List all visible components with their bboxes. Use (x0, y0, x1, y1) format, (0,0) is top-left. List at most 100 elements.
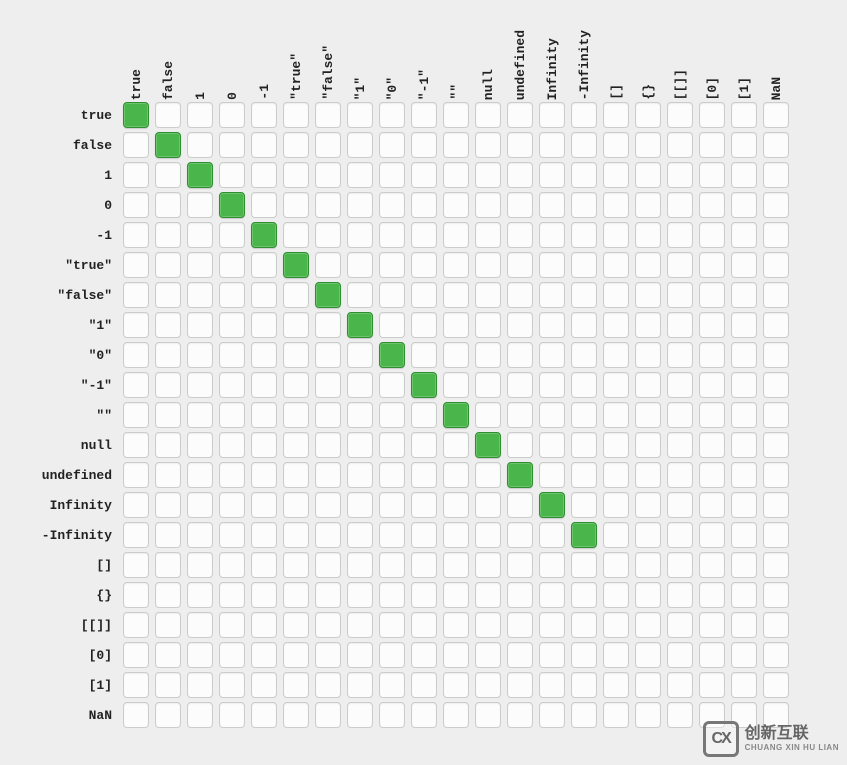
cell-false (603, 222, 629, 248)
cell-false (251, 582, 277, 608)
cell-false (123, 492, 149, 518)
cell-false (475, 492, 501, 518)
cell-false (475, 462, 501, 488)
cell-false (123, 672, 149, 698)
cell-false (187, 402, 213, 428)
cell-false (443, 552, 469, 578)
cell-false (155, 612, 181, 638)
matrix-row: "" (20, 400, 792, 430)
cell-false (475, 342, 501, 368)
cell-false (219, 102, 245, 128)
column-header: "true" (280, 49, 312, 100)
column-header: "-1" (408, 65, 440, 100)
cell-false (379, 672, 405, 698)
cell-false (123, 702, 149, 728)
row-header: "" (20, 408, 120, 423)
cell-false (699, 462, 725, 488)
column-header-label: Infinity (545, 34, 560, 100)
matrix-row: 1 (20, 160, 792, 190)
cell-false (571, 612, 597, 638)
row-header: "false" (20, 288, 120, 303)
matrix-row: [] (20, 550, 792, 580)
cell-false (731, 192, 757, 218)
cell-false (347, 522, 373, 548)
cell-false (411, 132, 437, 158)
cell-false (763, 402, 789, 428)
row-header: "-1" (20, 378, 120, 393)
cell-false (443, 222, 469, 248)
cell-false (699, 672, 725, 698)
cell-false (635, 192, 661, 218)
cell-true (251, 222, 277, 248)
cell-false (283, 402, 309, 428)
cell-false (379, 372, 405, 398)
cell-false (443, 522, 469, 548)
cell-false (635, 312, 661, 338)
cell-false (155, 582, 181, 608)
cell-false (315, 162, 341, 188)
cell-false (699, 522, 725, 548)
cell-false (155, 222, 181, 248)
cell-false (379, 312, 405, 338)
cell-false (571, 162, 597, 188)
cell-false (443, 102, 469, 128)
cell-false (411, 702, 437, 728)
cell-false (155, 342, 181, 368)
row-header: [[]] (20, 618, 120, 633)
cell-false (411, 492, 437, 518)
cell-false (571, 672, 597, 698)
cell-false (699, 552, 725, 578)
cell-false (443, 642, 469, 668)
cell-false (411, 192, 437, 218)
cell-false (443, 342, 469, 368)
cell-false (539, 342, 565, 368)
cell-false (667, 372, 693, 398)
cell-false (155, 432, 181, 458)
cell-false (123, 582, 149, 608)
cell-false (411, 312, 437, 338)
cell-false (347, 132, 373, 158)
cell-false (443, 702, 469, 728)
matrix-row: {} (20, 580, 792, 610)
cell-false (475, 282, 501, 308)
cell-false (187, 132, 213, 158)
cell-false (763, 642, 789, 668)
cell-false (443, 252, 469, 278)
cell-false (539, 672, 565, 698)
column-header-label: {} (641, 80, 656, 100)
cell-false (379, 552, 405, 578)
cell-false (187, 642, 213, 668)
cell-false (763, 582, 789, 608)
cell-false (731, 492, 757, 518)
cell-false (219, 582, 245, 608)
column-header: Infinity (536, 34, 568, 100)
cell-false (347, 342, 373, 368)
column-header-label: "0" (385, 73, 400, 100)
cell-false (187, 552, 213, 578)
cell-false (763, 252, 789, 278)
cell-false (603, 102, 629, 128)
cell-true (315, 282, 341, 308)
cell-false (219, 492, 245, 518)
column-header-label: "" (449, 80, 464, 100)
cell-false (603, 432, 629, 458)
cell-false (251, 492, 277, 518)
cell-false (699, 402, 725, 428)
cell-false (571, 642, 597, 668)
column-header: false (152, 57, 184, 100)
cell-false (283, 522, 309, 548)
cell-false (635, 402, 661, 428)
cell-false (251, 342, 277, 368)
cell-true (507, 462, 533, 488)
cell-false (667, 522, 693, 548)
cell-false (411, 432, 437, 458)
matrix-row: undefined (20, 460, 792, 490)
cell-true (475, 432, 501, 458)
cell-false (443, 462, 469, 488)
cell-false (347, 702, 373, 728)
cell-false (123, 522, 149, 548)
cell-false (731, 642, 757, 668)
cell-false (635, 582, 661, 608)
cell-false (603, 192, 629, 218)
cell-false (539, 432, 565, 458)
